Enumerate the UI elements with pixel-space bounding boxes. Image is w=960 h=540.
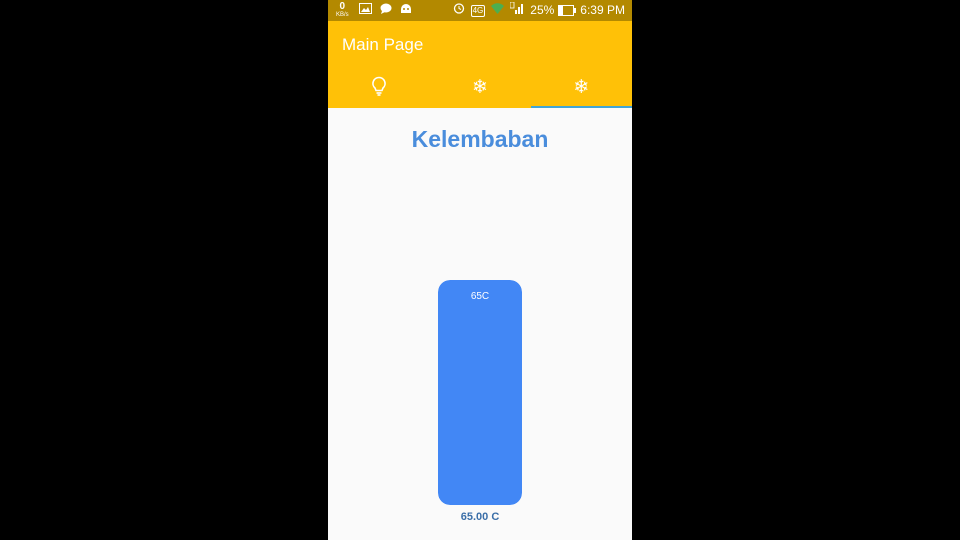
wifi-icon [491,1,505,20]
page-title: Main Page [342,35,424,54]
android-icon [400,1,412,20]
status-bar: 0 KB/s 4G 25% 6:39 PM [328,0,632,21]
network-type-badge: 4G [470,4,486,17]
network-speed-unit: KB/s [336,11,349,18]
tab-lightbulb[interactable] [328,67,429,108]
battery-fill [559,6,563,15]
status-right-group: 4G 25% 6:39 PM [447,1,625,20]
humidity-gauge-label: 65C [470,291,490,302]
main-content: Kelembaban 65C 65.00 C [328,108,632,540]
humidity-reading: 65.00 C [460,511,500,523]
humidity-gauge: 65C [438,280,522,505]
tab-bar: ❄ ❄ [328,67,632,108]
battery-icon [558,5,577,16]
tab-snowflake-2[interactable]: ❄ [530,67,632,108]
battery-percent: 25% [530,3,555,17]
tab-snowflake-1[interactable]: ❄ [429,67,530,108]
humidity-gauge-fill [438,280,522,505]
signal-icon [509,1,524,20]
chat-bubble-icon [380,1,392,20]
snowflake-icon: ❄ [573,77,590,98]
page-heading: Kelembaban [411,126,549,152]
image-icon [358,1,372,20]
network-speed: 0 KB/s [336,0,349,19]
alarm-icon [453,1,465,20]
snowflake-icon: ❄ [472,77,488,98]
app-bar: Main Page ❄ ❄ [328,21,632,108]
lightbulb-icon [371,76,387,100]
phone-screen: 0 KB/s 4G 25% 6:39 PM Main Page ❄ ❄ Kele… [328,0,632,540]
network-speed-value: 0 [339,0,346,12]
status-time: 6:39 PM [580,3,625,17]
status-left-group: 0 KB/s [336,1,420,20]
